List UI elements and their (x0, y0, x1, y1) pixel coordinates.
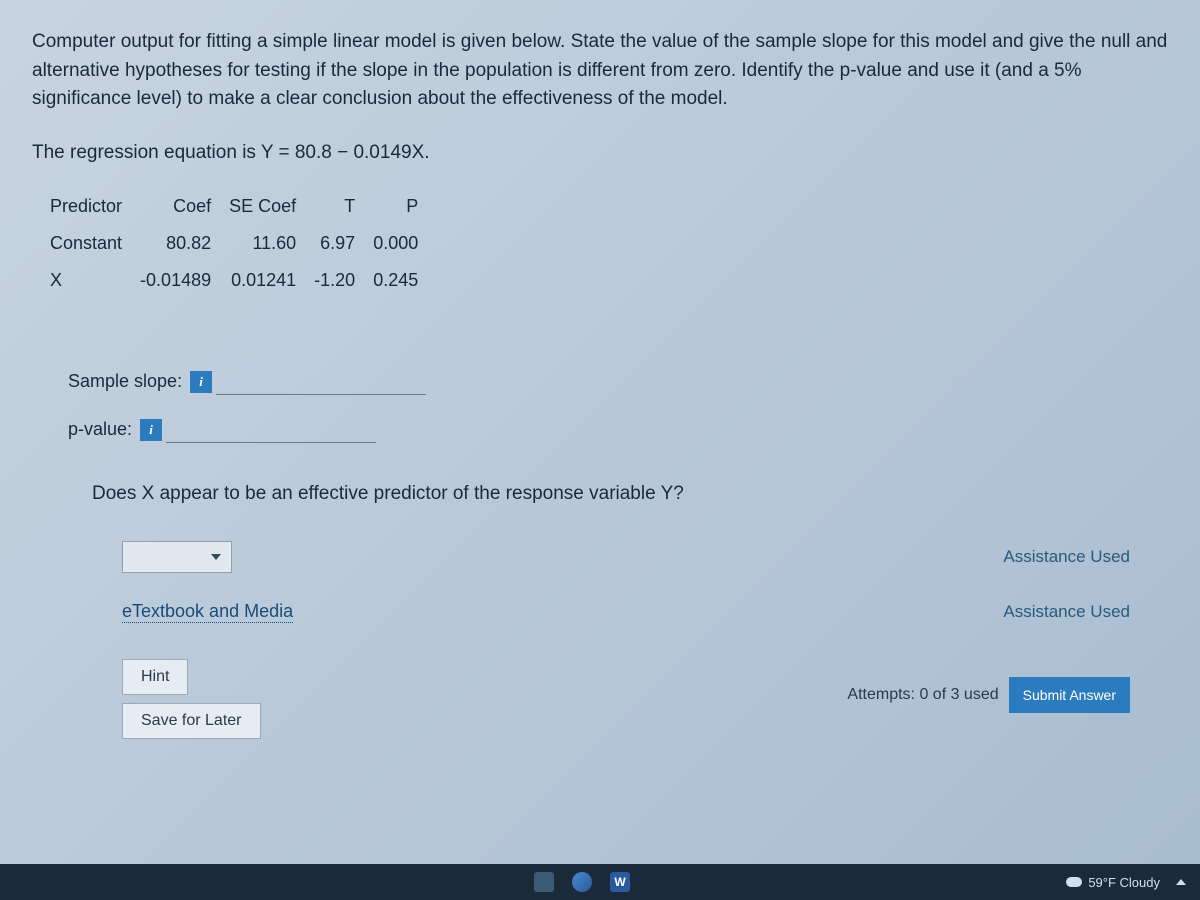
table-row: Constant 80.82 11.60 6.97 0.000 (50, 225, 436, 262)
assistance-used-label: Assistance Used (1003, 602, 1130, 622)
taskbar-word-icon[interactable]: W (610, 872, 630, 892)
effectiveness-dropdown[interactable] (122, 541, 232, 573)
windows-taskbar[interactable]: W 59°F Cloudy (0, 864, 1200, 900)
tray-caret-icon[interactable] (1176, 879, 1186, 885)
sample-slope-label: Sample slope: (68, 371, 182, 392)
cell-coef: 80.82 (140, 225, 229, 262)
cell-predictor: Constant (50, 225, 140, 262)
regression-output-table: Predictor Coef SE Coef T P Constant 80.8… (50, 188, 436, 299)
cell-t: 6.97 (314, 225, 373, 262)
equation-prefix: The regression equation is Y = (32, 142, 295, 163)
cell-coef: -0.01489 (140, 262, 229, 299)
p-value-label: p-value: (68, 419, 132, 440)
sample-slope-input[interactable] (216, 369, 426, 395)
assistance-used-label: Assistance Used (1003, 547, 1130, 567)
p-value-input[interactable] (166, 417, 376, 443)
table-header-row: Predictor Coef SE Coef T P (50, 188, 436, 225)
cell-predictor: X (50, 262, 140, 299)
cell-se: 11.60 (229, 225, 314, 262)
info-icon[interactable]: i (140, 419, 162, 441)
cell-p: 0.245 (373, 262, 436, 299)
etextbook-media-link[interactable]: eTextbook and Media (122, 601, 293, 623)
col-coef: Coef (140, 188, 229, 225)
col-p: P (373, 188, 436, 225)
chevron-down-icon (211, 554, 221, 560)
save-for-later-button[interactable]: Save for Later (122, 703, 261, 739)
col-secoef: SE Coef (229, 188, 314, 225)
regression-equation: The regression equation is Y = 80.8 − 0.… (32, 142, 1168, 164)
col-t: T (314, 188, 373, 225)
cell-p: 0.000 (373, 225, 436, 262)
submit-answer-button[interactable]: Submit Answer (1009, 677, 1130, 713)
hint-button[interactable]: Hint (122, 659, 188, 695)
table-row: X -0.01489 0.01241 -1.20 0.245 (50, 262, 436, 299)
cloud-icon (1066, 877, 1082, 887)
taskbar-app-icon[interactable] (534, 872, 554, 892)
cell-t: -1.20 (314, 262, 373, 299)
weather-widget[interactable]: 59°F Cloudy (1066, 875, 1186, 890)
effectiveness-question: Does X appear to be an effective predict… (92, 483, 1168, 505)
info-icon[interactable]: i (190, 371, 212, 393)
attempts-counter: Attempts: 0 of 3 used (847, 686, 998, 704)
equation-value: 80.8 − 0.0149X. (295, 142, 430, 163)
cell-se: 0.01241 (229, 262, 314, 299)
weather-text: 59°F Cloudy (1088, 875, 1160, 890)
col-predictor: Predictor (50, 188, 140, 225)
taskbar-browser-icon[interactable] (572, 872, 592, 892)
question-prompt: Computer output for fitting a simple lin… (32, 28, 1168, 114)
